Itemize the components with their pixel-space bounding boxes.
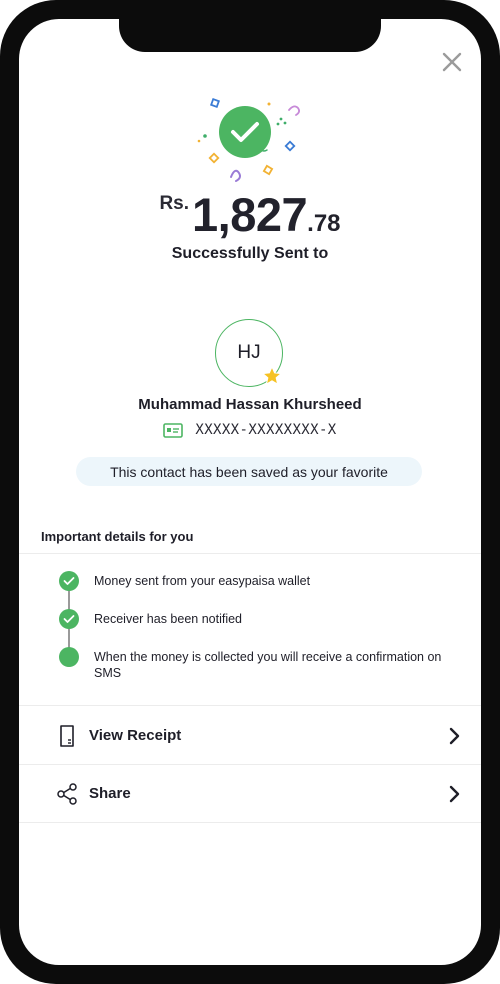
favorite-banner: This contact has been saved as your favo…: [76, 457, 422, 486]
share-label: Share: [89, 785, 131, 802]
step-1-indicator: [59, 571, 79, 591]
recipient-id-number: XXXXX-XXXXXXXX-X: [195, 422, 337, 438]
avatar-initials: HJ: [237, 342, 261, 363]
status-message: Successfully Sent to: [171, 245, 329, 262]
divider: [19, 553, 481, 554]
sent-amount: Rs.1,827.78: [19, 187, 481, 242]
check-icon: [63, 577, 75, 585]
chevron-right-icon: [449, 785, 460, 803]
step-2-text: Receiver has been notified: [94, 612, 243, 626]
close-icon: [442, 52, 462, 72]
success-illustration: [197, 98, 301, 182]
view-receipt-label: View Receipt: [89, 727, 182, 744]
step-3-indicator: [59, 647, 79, 667]
divider: [19, 705, 481, 706]
checkmark-circle-icon: [219, 106, 271, 158]
divider: [19, 822, 481, 823]
view-receipt-button[interactable]: View Receipt: [19, 707, 481, 765]
device-notch: [119, 19, 381, 52]
receipt-icon: [60, 725, 74, 747]
step-3-text: When the money is collected you will rec…: [94, 650, 442, 680]
close-button[interactable]: [441, 51, 463, 73]
success-screen: Rs.1,827.78 Successfully Sent to HJ Muha…: [19, 19, 481, 965]
share-icon: [57, 783, 77, 805]
phone-frame: Rs.1,827.78 Successfully Sent to HJ Muha…: [0, 0, 500, 984]
currency-label: Rs.: [159, 193, 190, 214]
share-button[interactable]: Share: [19, 765, 481, 823]
amount-whole: 1,827: [192, 188, 308, 241]
star-icon: [262, 366, 282, 385]
amount-decimal: .78: [307, 210, 341, 237]
check-icon: [63, 615, 75, 623]
favorite-banner-text: This contact has been saved as your favo…: [110, 463, 388, 480]
recipient-id-row: XXXXX-XXXXXXXX-X: [19, 422, 481, 438]
step-1-text: Money sent from your easypaisa wallet: [94, 574, 311, 588]
id-card-icon: [163, 422, 184, 438]
details-heading: Important details for you: [41, 529, 194, 544]
chevron-right-icon: [449, 727, 460, 745]
recipient-name: Muhammad Hassan Khursheed: [138, 396, 362, 413]
step-2-indicator: [59, 609, 79, 629]
